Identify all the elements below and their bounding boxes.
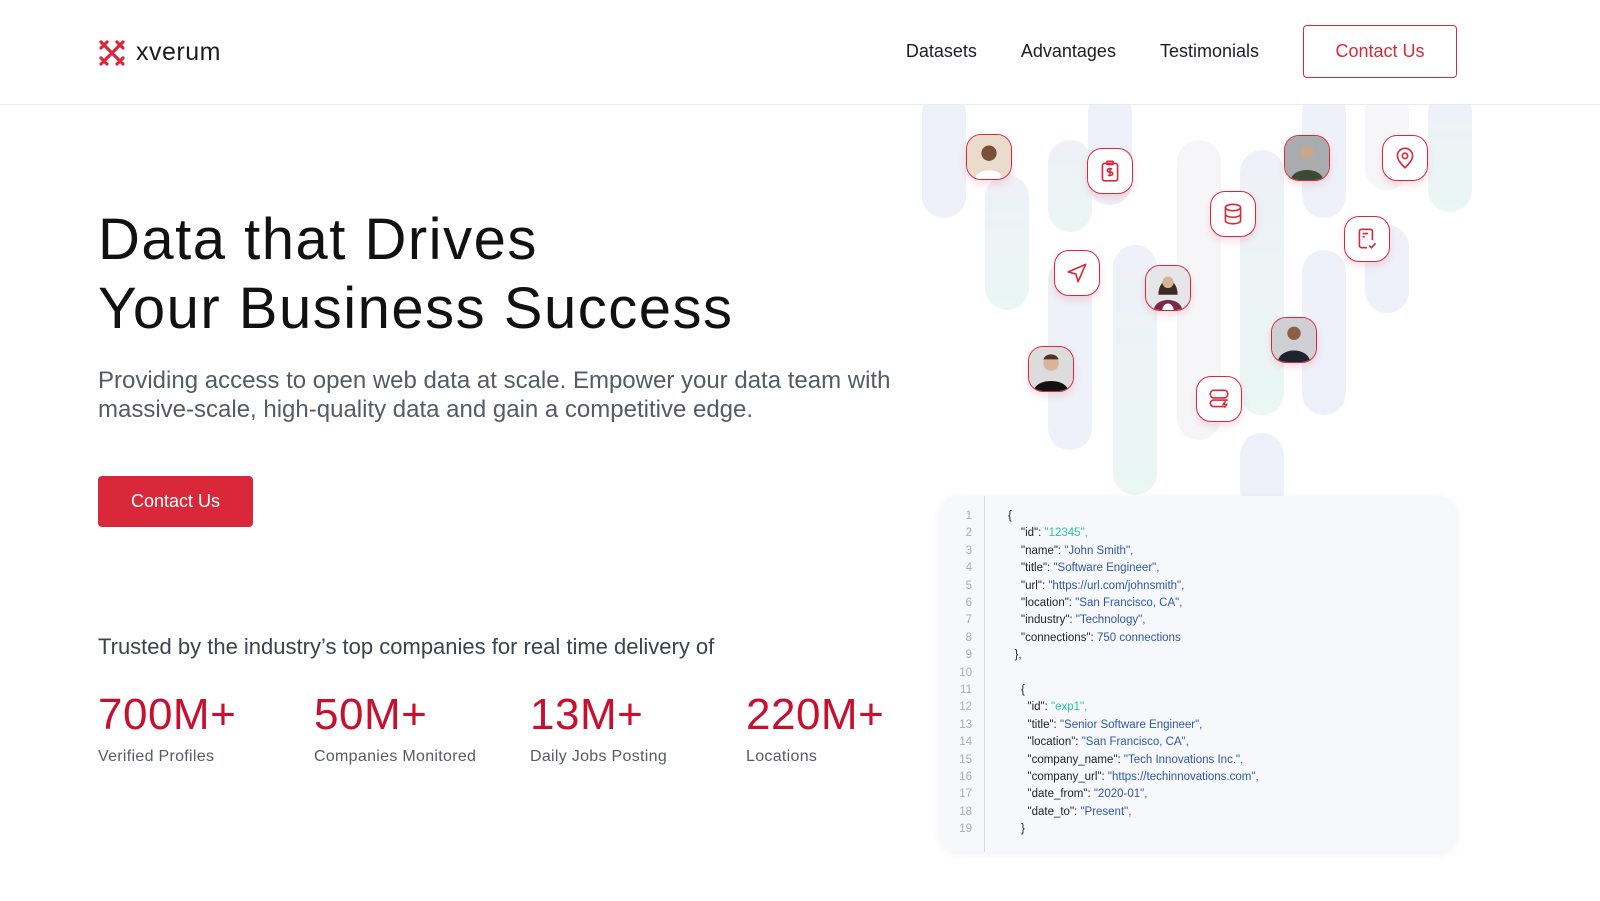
stat-label: Companies Monitored <box>314 748 477 765</box>
line-number: 8 <box>965 631 972 644</box>
code-text: "url": "https://url.com/johnsmith", <box>1021 579 1185 592</box>
code-line: 11 { <box>940 682 1457 699</box>
nav-advantages[interactable]: Advantages <box>1021 41 1116 62</box>
line-number: 5 <box>965 579 972 592</box>
code-line: 9}, <box>940 647 1457 664</box>
stat-companies: 50M+ Companies Monitored <box>314 690 530 766</box>
code-text: "title": "Senior Software Engineer", <box>1027 718 1203 731</box>
document-check-icon <box>1344 216 1390 262</box>
code-text: "industry": "Technology", <box>1021 614 1146 627</box>
logo[interactable]: xverum <box>98 38 221 67</box>
send-icon <box>1054 250 1100 296</box>
code-line: 10 <box>940 665 1457 682</box>
json-code-panel: 1{2 "id": "12345", 3 "name": "John Smith", 4… <box>940 496 1457 852</box>
hero-title-line1: Data that Drives <box>98 207 538 272</box>
code-line: 3 "name": "John Smith", <box>940 543 1457 560</box>
stat-value: 50M+ <box>314 690 428 739</box>
hero-contact-button[interactable]: Contact Us <box>98 476 253 527</box>
code-line: 14 "location": "San Francisco, CA", <box>940 734 1457 751</box>
database-icon <box>1210 191 1256 237</box>
line-number: 16 <box>959 771 972 783</box>
nav-testimonials[interactable]: Testimonials <box>1160 41 1259 62</box>
stat-value: 700M+ <box>98 690 237 739</box>
stat-label: Locations <box>746 748 818 765</box>
code-line: 5 "url": "https://url.com/johnsmith", <box>940 578 1457 595</box>
code-text: "location": "San Francisco, CA", <box>1021 597 1183 609</box>
code-text: "id": "exp1", <box>1027 701 1088 714</box>
code-text: "id": "12345", <box>1021 527 1088 540</box>
line-number: 19 <box>959 823 972 836</box>
code-text: "date_to": "Present", <box>1027 805 1132 818</box>
line-number: 15 <box>959 753 972 766</box>
code-text: "company_url": "https://techinnovations.… <box>1027 771 1259 783</box>
xverum-logo-icon <box>99 39 125 66</box>
code-text: }, <box>1014 649 1022 662</box>
code-text: "location": "San Francisco, CA", <box>1027 736 1189 749</box>
hero-lead: Providing access to open web data at sca… <box>98 367 891 423</box>
avatar-man-smiling <box>1028 346 1074 392</box>
line-number: 12 <box>959 701 972 714</box>
code-line: 2 "id": "12345", <box>940 525 1457 542</box>
line-number: 18 <box>959 805 972 818</box>
code-line: 8 "connections": 750 connections <box>940 630 1457 647</box>
code-line: 7 "industry": "Technology", <box>940 612 1457 629</box>
location-pin-icon <box>1382 135 1428 181</box>
code-text: "name": "John Smith", <box>1021 544 1134 557</box>
hero-title: Data that Drives Your Business Success <box>98 205 733 343</box>
code-line: 1{ <box>940 508 1457 525</box>
avatar-woman-long-hair <box>1145 265 1191 311</box>
code-line: 4 "title": "Software Engineer", <box>940 560 1457 577</box>
stat-label: Daily Jobs Posting <box>530 748 668 765</box>
code-line: 12 "id": "exp1", <box>940 699 1457 716</box>
line-number: 13 <box>959 718 972 731</box>
stats: 700M+ Verified Profiles 50M+ Companies Mon… <box>98 690 962 766</box>
code-text: "connections": 750 connections <box>1021 631 1181 644</box>
header: xverum Datasets Advantages Testimonials … <box>0 0 1600 105</box>
stat-value: 13M+ <box>530 690 644 739</box>
stat-profiles: 700M+ Verified Profiles <box>98 690 314 766</box>
line-number: 1 <box>965 510 972 522</box>
code-text: { <box>1008 510 1012 522</box>
header-contact-button[interactable]: Contact Us <box>1303 25 1457 78</box>
line-number: 14 <box>959 736 972 749</box>
code-text: "company_name": "Tech Innovations Inc.", <box>1027 753 1244 766</box>
line-number: 11 <box>960 684 972 696</box>
line-number: 7 <box>965 614 972 627</box>
line-number: 17 <box>959 788 972 801</box>
code-line: 16 "company_url": "https://techinnovation… <box>940 769 1457 786</box>
code-line: 18 "date_to": "Present", <box>940 804 1457 821</box>
nav-datasets[interactable]: Datasets <box>906 41 977 62</box>
brand-name: xverum <box>136 38 221 66</box>
stat-value: 220M+ <box>746 690 885 739</box>
code-line: 15 "company_name": "Tech Innovations Inc.… <box>940 752 1457 769</box>
code-line: 13 "title": "Senior Software Engineer", <box>940 717 1457 734</box>
code-text: "date_from": "2020-01", <box>1027 788 1148 801</box>
stat-jobs: 13M+ Daily Jobs Posting <box>530 690 746 766</box>
server-bolt-icon <box>1196 376 1242 422</box>
code-line: 19} <box>940 821 1457 838</box>
code-line: 6 "location": "San Francisco, CA", <box>940 595 1457 612</box>
code-text: "title": "Software Engineer", <box>1021 562 1160 575</box>
line-number: 9 <box>965 649 972 662</box>
code-line: 17 "date_from": "2020-01", <box>940 786 1457 803</box>
line-number: 6 <box>965 597 972 609</box>
line-number: 3 <box>965 544 972 557</box>
clipboard-dollar-icon <box>1087 148 1133 194</box>
main-nav: Datasets Advantages Testimonials Contact… <box>906 25 1457 78</box>
code-text: } <box>1021 823 1025 836</box>
line-number: 2 <box>965 527 972 540</box>
code-text: { <box>1021 684 1025 696</box>
stat-locations: 220M+ Locations <box>746 690 962 766</box>
avatar-woman <box>966 134 1012 180</box>
trusted-text: Trusted by the industry’s top companies … <box>98 634 715 659</box>
hero-title-line2: Your Business Success <box>98 276 734 341</box>
stat-label: Verified Profiles <box>98 748 215 765</box>
line-number: 10 <box>959 666 972 679</box>
avatar-man-glasses <box>1284 135 1330 181</box>
avatar-man-arms-crossed <box>1271 317 1317 363</box>
line-number: 4 <box>965 562 972 575</box>
